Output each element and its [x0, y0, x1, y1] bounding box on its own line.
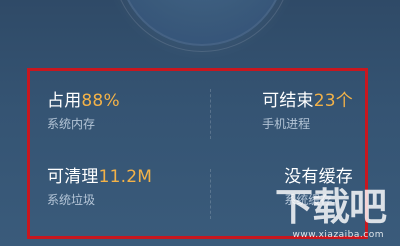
divider-top — [210, 89, 211, 139]
memory-cleaner-screen: 占用88% 系统内存 可结束23个 手机进程 可清理11.2M 系统垃圾 没有缓… — [0, 0, 400, 246]
stat-cleanable-junk: 可清理11.2M 系统垃圾 — [47, 167, 152, 207]
stat-memory-usage-label: 占用 — [47, 91, 82, 111]
stat-memory-usage-sub: 系统内存 — [47, 117, 96, 131]
stat-memory-usage-value: 88% — [81, 91, 120, 111]
stat-killable-processes-sub: 手机进程 — [262, 117, 311, 131]
divider-bottom — [210, 169, 211, 219]
stat-killable-processes: 可结束23个 手机进程 — [262, 91, 353, 131]
memory-gauge-ring — [112, 0, 292, 52]
stat-killable-processes-label: 可结束 — [262, 91, 314, 111]
stats-panel: 占用88% 系统内存 可结束23个 手机进程 可清理11.2M 系统垃圾 没有缓… — [27, 68, 368, 239]
stat-system-cache-main: 没有缓存 — [284, 167, 353, 187]
stat-system-cache: 没有缓存 系统缓存 — [284, 167, 353, 207]
stat-system-cache-sub: 系统缓存 — [284, 193, 333, 207]
stat-memory-usage: 占用88% 系统内存 — [47, 91, 120, 131]
stat-cleanable-junk-main: 可清理11.2M — [47, 167, 152, 187]
stat-memory-usage-main: 占用88% — [47, 91, 120, 111]
stat-cleanable-junk-value: 11.2M — [98, 167, 153, 187]
stat-killable-processes-value: 23个 — [313, 91, 353, 111]
stat-killable-processes-main: 可结束23个 — [262, 91, 353, 111]
stat-cleanable-junk-sub: 系统垃圾 — [47, 193, 96, 207]
stat-cleanable-junk-label: 可清理 — [47, 167, 99, 187]
